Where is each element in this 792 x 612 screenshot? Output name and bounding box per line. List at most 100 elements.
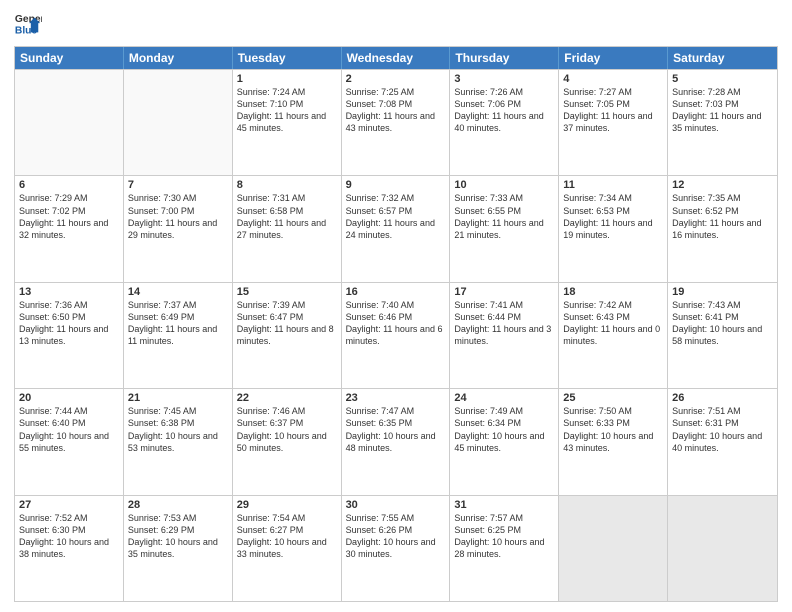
calendar-cell (15, 70, 124, 175)
header-day-saturday: Saturday (668, 47, 777, 69)
day-number: 30 (346, 499, 446, 511)
calendar-cell: 8Sunrise: 7:31 AM Sunset: 6:58 PM Daylig… (233, 176, 342, 281)
day-number: 20 (19, 392, 119, 404)
calendar-row-2: 6Sunrise: 7:29 AM Sunset: 7:02 PM Daylig… (15, 175, 777, 281)
cell-info: Sunrise: 7:34 AM Sunset: 6:53 PM Dayligh… (563, 192, 663, 241)
day-number: 12 (672, 179, 773, 191)
day-number: 15 (237, 286, 337, 298)
day-number: 9 (346, 179, 446, 191)
cell-info: Sunrise: 7:49 AM Sunset: 6:34 PM Dayligh… (454, 405, 554, 454)
calendar-cell: 28Sunrise: 7:53 AM Sunset: 6:29 PM Dayli… (124, 496, 233, 601)
cell-info: Sunrise: 7:45 AM Sunset: 6:38 PM Dayligh… (128, 405, 228, 454)
page: General Blue SundayMondayTuesdayWednesda… (0, 0, 792, 612)
calendar-row-3: 13Sunrise: 7:36 AM Sunset: 6:50 PM Dayli… (15, 282, 777, 388)
header-day-thursday: Thursday (450, 47, 559, 69)
day-number: 16 (346, 286, 446, 298)
cell-info: Sunrise: 7:42 AM Sunset: 6:43 PM Dayligh… (563, 299, 663, 348)
calendar-cell: 10Sunrise: 7:33 AM Sunset: 6:55 PM Dayli… (450, 176, 559, 281)
day-number: 8 (237, 179, 337, 191)
cell-info: Sunrise: 7:27 AM Sunset: 7:05 PM Dayligh… (563, 86, 663, 135)
cell-info: Sunrise: 7:55 AM Sunset: 6:26 PM Dayligh… (346, 512, 446, 561)
calendar-cell: 22Sunrise: 7:46 AM Sunset: 6:37 PM Dayli… (233, 389, 342, 494)
calendar-cell: 3Sunrise: 7:26 AM Sunset: 7:06 PM Daylig… (450, 70, 559, 175)
calendar-cell: 29Sunrise: 7:54 AM Sunset: 6:27 PM Dayli… (233, 496, 342, 601)
cell-info: Sunrise: 7:40 AM Sunset: 6:46 PM Dayligh… (346, 299, 446, 348)
cell-info: Sunrise: 7:31 AM Sunset: 6:58 PM Dayligh… (237, 192, 337, 241)
calendar-cell: 7Sunrise: 7:30 AM Sunset: 7:00 PM Daylig… (124, 176, 233, 281)
day-number: 6 (19, 179, 119, 191)
cell-info: Sunrise: 7:35 AM Sunset: 6:52 PM Dayligh… (672, 192, 773, 241)
calendar-cell: 6Sunrise: 7:29 AM Sunset: 7:02 PM Daylig… (15, 176, 124, 281)
day-number: 10 (454, 179, 554, 191)
day-number: 21 (128, 392, 228, 404)
header-day-monday: Monday (124, 47, 233, 69)
day-number: 3 (454, 73, 554, 85)
calendar-cell (124, 70, 233, 175)
day-number: 1 (237, 73, 337, 85)
cell-info: Sunrise: 7:39 AM Sunset: 6:47 PM Dayligh… (237, 299, 337, 348)
cell-info: Sunrise: 7:33 AM Sunset: 6:55 PM Dayligh… (454, 192, 554, 241)
calendar-cell: 23Sunrise: 7:47 AM Sunset: 6:35 PM Dayli… (342, 389, 451, 494)
calendar-cell: 2Sunrise: 7:25 AM Sunset: 7:08 PM Daylig… (342, 70, 451, 175)
calendar-header-row: SundayMondayTuesdayWednesdayThursdayFrid… (15, 47, 777, 69)
day-number: 27 (19, 499, 119, 511)
header-day-friday: Friday (559, 47, 668, 69)
cell-info: Sunrise: 7:54 AM Sunset: 6:27 PM Dayligh… (237, 512, 337, 561)
cell-info: Sunrise: 7:44 AM Sunset: 6:40 PM Dayligh… (19, 405, 119, 454)
calendar-cell: 26Sunrise: 7:51 AM Sunset: 6:31 PM Dayli… (668, 389, 777, 494)
cell-info: Sunrise: 7:32 AM Sunset: 6:57 PM Dayligh… (346, 192, 446, 241)
cell-info: Sunrise: 7:36 AM Sunset: 6:50 PM Dayligh… (19, 299, 119, 348)
cell-info: Sunrise: 7:37 AM Sunset: 6:49 PM Dayligh… (128, 299, 228, 348)
day-number: 24 (454, 392, 554, 404)
calendar-row-1: 1Sunrise: 7:24 AM Sunset: 7:10 PM Daylig… (15, 69, 777, 175)
day-number: 25 (563, 392, 663, 404)
calendar-cell: 1Sunrise: 7:24 AM Sunset: 7:10 PM Daylig… (233, 70, 342, 175)
calendar-cell: 17Sunrise: 7:41 AM Sunset: 6:44 PM Dayli… (450, 283, 559, 388)
day-number: 18 (563, 286, 663, 298)
day-number: 5 (672, 73, 773, 85)
day-number: 7 (128, 179, 228, 191)
calendar-row-4: 20Sunrise: 7:44 AM Sunset: 6:40 PM Dayli… (15, 388, 777, 494)
calendar-cell: 20Sunrise: 7:44 AM Sunset: 6:40 PM Dayli… (15, 389, 124, 494)
calendar-cell: 15Sunrise: 7:39 AM Sunset: 6:47 PM Dayli… (233, 283, 342, 388)
cell-info: Sunrise: 7:50 AM Sunset: 6:33 PM Dayligh… (563, 405, 663, 454)
cell-info: Sunrise: 7:26 AM Sunset: 7:06 PM Dayligh… (454, 86, 554, 135)
day-number: 29 (237, 499, 337, 511)
cell-info: Sunrise: 7:52 AM Sunset: 6:30 PM Dayligh… (19, 512, 119, 561)
day-number: 31 (454, 499, 554, 511)
calendar-cell: 30Sunrise: 7:55 AM Sunset: 6:26 PM Dayli… (342, 496, 451, 601)
day-number: 4 (563, 73, 663, 85)
calendar-body: 1Sunrise: 7:24 AM Sunset: 7:10 PM Daylig… (15, 69, 777, 601)
calendar-cell: 12Sunrise: 7:35 AM Sunset: 6:52 PM Dayli… (668, 176, 777, 281)
header-day-sunday: Sunday (15, 47, 124, 69)
logo-icon: General Blue (14, 10, 42, 38)
cell-info: Sunrise: 7:30 AM Sunset: 7:00 PM Dayligh… (128, 192, 228, 241)
calendar-cell: 25Sunrise: 7:50 AM Sunset: 6:33 PM Dayli… (559, 389, 668, 494)
logo: General Blue (14, 10, 42, 38)
calendar-cell: 5Sunrise: 7:28 AM Sunset: 7:03 PM Daylig… (668, 70, 777, 175)
calendar-cell (559, 496, 668, 601)
cell-info: Sunrise: 7:47 AM Sunset: 6:35 PM Dayligh… (346, 405, 446, 454)
cell-info: Sunrise: 7:46 AM Sunset: 6:37 PM Dayligh… (237, 405, 337, 454)
cell-info: Sunrise: 7:24 AM Sunset: 7:10 PM Dayligh… (237, 86, 337, 135)
day-number: 23 (346, 392, 446, 404)
calendar-cell: 31Sunrise: 7:57 AM Sunset: 6:25 PM Dayli… (450, 496, 559, 601)
cell-info: Sunrise: 7:53 AM Sunset: 6:29 PM Dayligh… (128, 512, 228, 561)
cell-info: Sunrise: 7:51 AM Sunset: 6:31 PM Dayligh… (672, 405, 773, 454)
calendar-cell: 13Sunrise: 7:36 AM Sunset: 6:50 PM Dayli… (15, 283, 124, 388)
calendar-cell: 21Sunrise: 7:45 AM Sunset: 6:38 PM Dayli… (124, 389, 233, 494)
calendar-cell: 4Sunrise: 7:27 AM Sunset: 7:05 PM Daylig… (559, 70, 668, 175)
day-number: 14 (128, 286, 228, 298)
calendar-cell: 18Sunrise: 7:42 AM Sunset: 6:43 PM Dayli… (559, 283, 668, 388)
cell-info: Sunrise: 7:29 AM Sunset: 7:02 PM Dayligh… (19, 192, 119, 241)
cell-info: Sunrise: 7:25 AM Sunset: 7:08 PM Dayligh… (346, 86, 446, 135)
calendar-cell (668, 496, 777, 601)
day-number: 19 (672, 286, 773, 298)
calendar-cell: 9Sunrise: 7:32 AM Sunset: 6:57 PM Daylig… (342, 176, 451, 281)
day-number: 11 (563, 179, 663, 191)
calendar-row-5: 27Sunrise: 7:52 AM Sunset: 6:30 PM Dayli… (15, 495, 777, 601)
calendar-cell: 27Sunrise: 7:52 AM Sunset: 6:30 PM Dayli… (15, 496, 124, 601)
day-number: 26 (672, 392, 773, 404)
day-number: 13 (19, 286, 119, 298)
calendar-cell: 16Sunrise: 7:40 AM Sunset: 6:46 PM Dayli… (342, 283, 451, 388)
